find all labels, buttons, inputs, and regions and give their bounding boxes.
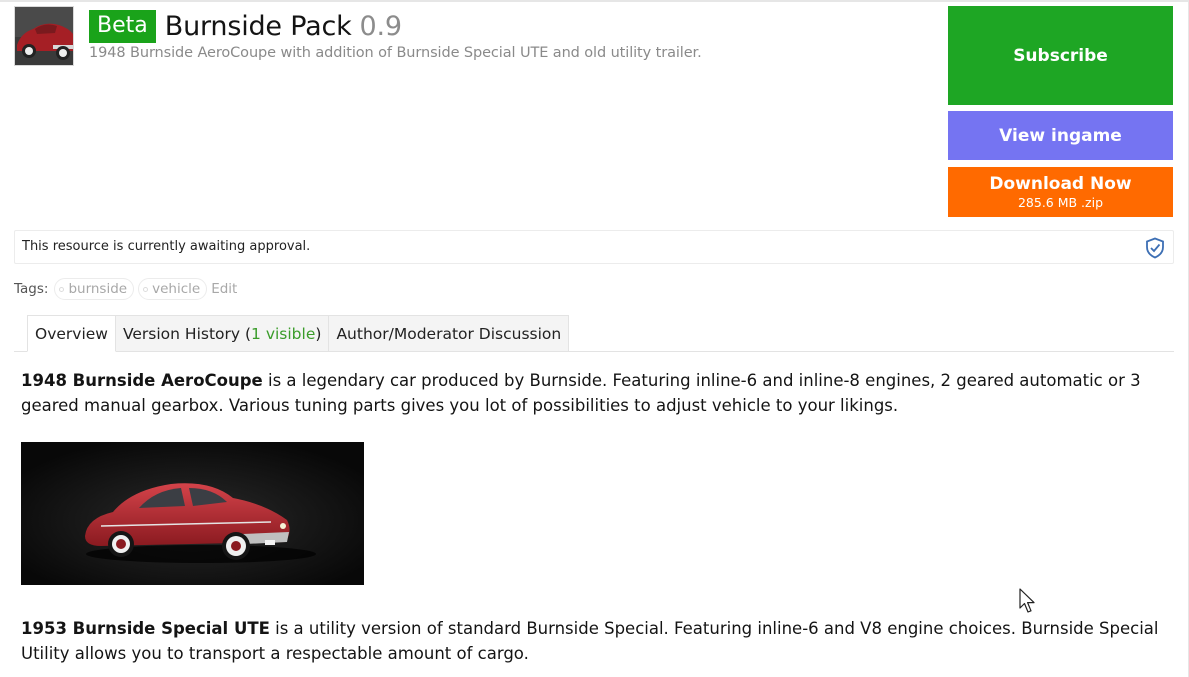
approval-notice: This resource is currently awaiting appr… xyxy=(14,230,1174,264)
aerocoupe-name: 1948 Burnside AeroCoupe xyxy=(21,371,263,390)
tab-version-history[interactable]: Version History (1 visible) xyxy=(115,315,330,352)
view-ingame-label: View ingame xyxy=(999,125,1122,146)
tab-author-discussion-label: Author/Moderator Discussion xyxy=(336,324,562,343)
version-count: 1 visible xyxy=(251,324,316,343)
approval-notice-text: This resource is currently awaiting appr… xyxy=(22,239,311,254)
tags-row: Tags: burnside vehicle Edit xyxy=(14,278,237,300)
mouse-cursor-icon xyxy=(1019,588,1035,613)
resource-title: Burnside Pack xyxy=(164,10,352,42)
description-paragraph-ute: 1953 Burnside Special UTE is a utility v… xyxy=(21,616,1171,666)
tag-dot-icon xyxy=(143,286,149,292)
tag-label: burnside xyxy=(68,281,128,297)
download-now-button[interactable]: Download Now 285.6 MB .zip xyxy=(948,167,1173,217)
tab-version-history-prefix: Version History ( xyxy=(122,324,252,343)
resource-title-row: Beta Burnside Pack 0.9 xyxy=(89,8,402,44)
tab-version-history-suffix: ) xyxy=(315,324,322,343)
ute-name: 1953 Burnside Special UTE xyxy=(21,619,270,638)
tab-author-discussion[interactable]: Author/Moderator Discussion xyxy=(329,315,570,352)
tag-vehicle[interactable]: vehicle xyxy=(138,278,208,300)
shield-check-icon xyxy=(1146,237,1164,259)
edit-tags-link[interactable]: Edit xyxy=(211,281,237,297)
tag-label: vehicle xyxy=(152,281,201,297)
aerocoupe-image xyxy=(21,442,364,585)
subscribe-label: Subscribe xyxy=(1013,45,1108,66)
resource-tabs: Overview Version History (1 visible) Aut… xyxy=(27,315,570,352)
tags-label: Tags: xyxy=(14,281,49,297)
download-size: 285.6 MB .zip xyxy=(1017,194,1104,210)
download-label: Download Now xyxy=(989,173,1132,194)
tab-overview[interactable]: Overview xyxy=(27,315,116,352)
resource-version: 0.9 xyxy=(359,10,403,42)
tab-overview-label: Overview xyxy=(35,324,108,343)
resource-tagline: 1948 Burnside AeroCoupe with addition of… xyxy=(89,45,702,61)
top-border xyxy=(0,0,1189,2)
tag-dot-icon xyxy=(59,286,65,292)
subscribe-button[interactable]: Subscribe xyxy=(948,6,1173,105)
beta-badge: Beta xyxy=(89,9,156,43)
resource-thumbnail xyxy=(14,6,74,66)
tag-burnside[interactable]: burnside xyxy=(54,278,135,300)
description-paragraph-aerocoupe: 1948 Burnside AeroCoupe is a legendary c… xyxy=(21,368,1171,418)
view-ingame-button[interactable]: View ingame xyxy=(948,111,1173,160)
